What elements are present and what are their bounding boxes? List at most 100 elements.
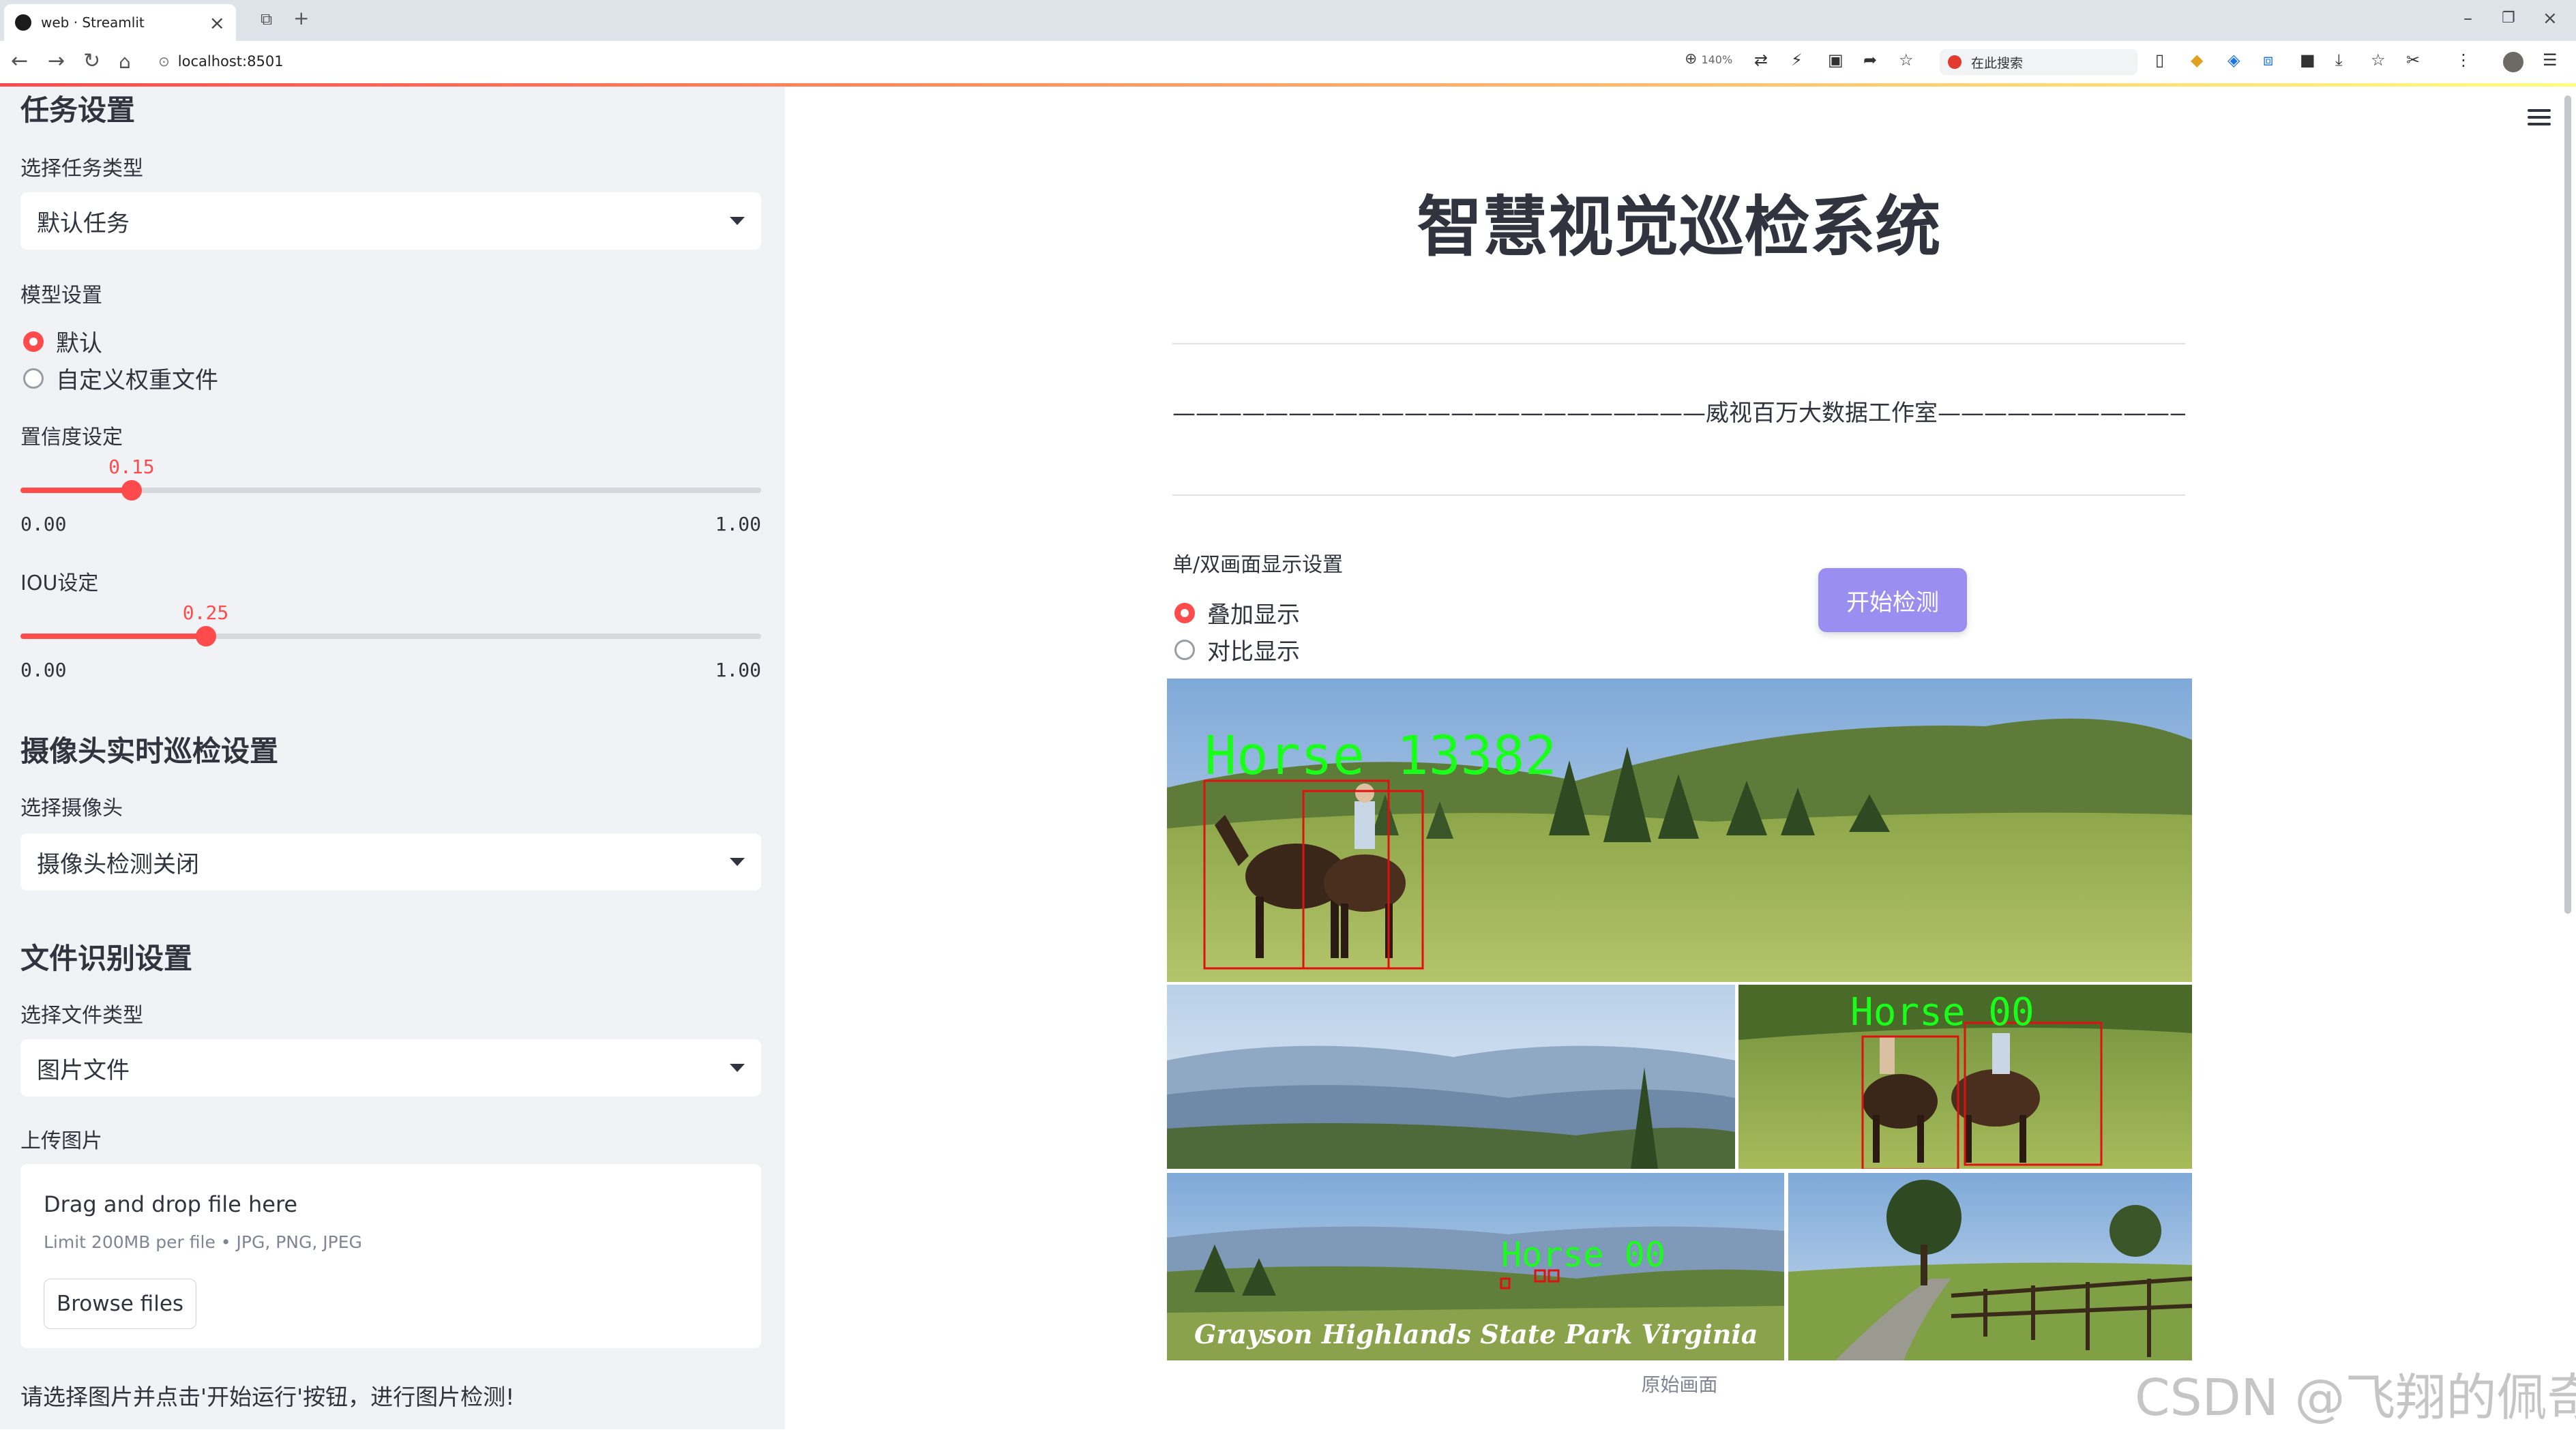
photo-hazy-mountains [1167, 985, 1735, 1169]
browser-menu-icon[interactable]: ☰ [2543, 50, 2558, 70]
profile-avatar[interactable] [2503, 52, 2523, 72]
chevron-down-icon [730, 217, 745, 225]
zoom-icon: ⊕ [1685, 50, 1698, 68]
zoom-level: 140% [1701, 53, 1733, 66]
download-icon[interactable]: ⤓ [2335, 50, 2343, 70]
detection-label: Horse 00 [1850, 990, 2034, 1034]
reload-icon[interactable]: ↻ [83, 49, 100, 73]
file-type-label: 选择文件类型 [20, 1004, 143, 1028]
radio-unchecked-icon [23, 368, 44, 389]
camera-select-label: 选择摄像头 [20, 796, 123, 820]
browser-tab-bar: web · Streamlit × ⧉ + – ❐ × [0, 0, 2576, 41]
iou-slider-fill [20, 634, 206, 639]
confidence-slider-thumb[interactable] [121, 480, 142, 501]
favorites-icon[interactable]: ☆ [2371, 50, 2386, 70]
browser-tab[interactable]: web · Streamlit × [4, 4, 236, 41]
iou-value: 0.25 [182, 601, 229, 624]
divider-top [1172, 343, 2185, 344]
confidence-range: 0.00 1.00 [20, 513, 761, 535]
divider-bottom [1172, 494, 2185, 496]
page-scrollbar[interactable] [2564, 95, 2571, 914]
share-icon[interactable]: ➦ [1863, 50, 1877, 70]
tab-title: web · Streamlit [41, 14, 145, 31]
task-type-label: 选择任务类型 [20, 157, 143, 181]
radio-checked-icon [23, 331, 44, 352]
studio-subtitle: ———————————————————————威视百万大数据工作室———————… [1172, 400, 2185, 427]
detection-label: Horse 00 [1501, 1235, 1665, 1275]
iou-range: 0.00 1.00 [20, 659, 761, 681]
extension-check-icon[interactable]: ■ [2300, 50, 2315, 70]
new-tab-icon[interactable]: + [293, 7, 309, 29]
browser-search-box[interactable]: 在此搜索 [1940, 49, 2137, 75]
confidence-slider[interactable] [20, 480, 761, 501]
upload-limit-text: Limit 200MB per file • JPG, PNG, JPEG [44, 1232, 362, 1252]
task-settings-heading: 任务设置 [20, 93, 136, 127]
model-option-label: 默认 [56, 330, 102, 357]
app-menu-icon[interactable] [2528, 109, 2551, 130]
display-radio-compare[interactable]: 对比显示 [1174, 633, 1300, 666]
extension-cube-icon[interactable]: ◈ [2227, 50, 2240, 70]
chevron-down-icon [730, 858, 745, 866]
translate-icon[interactable]: ⇄ [1754, 50, 1768, 70]
site-info-icon[interactable]: ⊙ [158, 53, 170, 70]
iou-slider[interactable] [20, 626, 761, 646]
streamlit-favicon-icon [15, 14, 31, 31]
url-text: localhost:8501 [177, 53, 284, 70]
csdn-watermark: CSDN @飞翔的佩奇 [2135, 1369, 2576, 1427]
file-uploader-dropzone[interactable]: Drag and drop file here Limit 200MB per … [20, 1164, 761, 1348]
scissors-icon[interactable]: ✂ [2406, 50, 2420, 70]
upload-hint: 请选择图片并点击'开始运行'按钮，进行图片检测! [20, 1384, 515, 1410]
image-caption: 原始画面 [1641, 1373, 1718, 1396]
window-close-icon[interactable]: × [2543, 8, 2558, 29]
browse-files-button[interactable]: Browse files [44, 1279, 196, 1329]
camera-select[interactable]: 摄像头检测关闭 [20, 833, 761, 891]
url-field[interactable]: ⊙ localhost:8501 [158, 48, 1659, 75]
detection-result-image: Horse 13382 Horse 00 Grayson Highlands S… [1167, 679, 2192, 1360]
camera-select-value: 摄像头检测关闭 [37, 850, 199, 878]
upload-label: 上传图片 [20, 1129, 102, 1153]
camera-settings-heading: 摄像头实时巡检设置 [20, 734, 279, 768]
radio-unchecked-icon [1174, 639, 1195, 660]
chevron-down-icon [730, 1064, 745, 1072]
confidence-slider-fill [20, 488, 132, 493]
display-option-label: 对比显示 [1207, 638, 1300, 666]
confidence-label: 置信度设定 [20, 426, 123, 449]
photo-top-meadow: Horse 13382 [1167, 679, 2192, 982]
model-radio-custom[interactable]: 自定义权重文件 [23, 361, 218, 395]
screenshot-icon[interactable]: ▣ [1828, 50, 1844, 70]
detection-image-canvas: Horse 13382 Horse 00 Grayson Highlands S… [1167, 679, 2192, 1360]
file-type-select[interactable]: 图片文件 [20, 1039, 761, 1097]
extension-ai-icon[interactable]: ◆ [2191, 50, 2203, 70]
tab-close-icon[interactable]: × [209, 12, 225, 34]
file-settings-heading: 文件识别设置 [20, 942, 193, 975]
iou-min: 0.00 [20, 659, 67, 681]
model-option-label: 自定义权重文件 [56, 367, 218, 394]
home-icon[interactable]: ⌂ [119, 50, 131, 73]
extension-translate-icon[interactable]: ⧈ [2263, 50, 2273, 70]
display-mode-label: 单/双画面显示设置 [1172, 553, 1344, 577]
confidence-value: 0.15 [108, 456, 155, 478]
task-type-select[interactable]: 默认任务 [20, 192, 761, 250]
back-icon[interactable]: ← [11, 49, 28, 73]
file-type-value: 图片文件 [37, 1056, 130, 1084]
park-name-text: Grayson Highlands State Park Virginia [1194, 1319, 1758, 1350]
search-engine-icon [1948, 55, 1961, 69]
lightning-icon[interactable]: ⚡ [1791, 50, 1803, 70]
restore-icon[interactable]: ❐ [2502, 10, 2515, 27]
minimize-icon[interactable]: – [2463, 8, 2472, 29]
phone-icon[interactable]: ▯ [2155, 50, 2164, 70]
photo-road-fence [1788, 1173, 2192, 1360]
display-radio-overlay[interactable]: 叠加显示 [1174, 596, 1300, 629]
iou-slider-thumb[interactable] [195, 626, 216, 646]
model-radio-default[interactable]: 默认 [23, 325, 102, 358]
bookmark-star-icon[interactable]: ☆ [1899, 50, 1914, 70]
upload-drag-text: Drag and drop file here [44, 1191, 298, 1217]
page-title: 智慧视觉巡检系统 [1417, 189, 1941, 265]
forward-icon[interactable]: → [48, 49, 65, 73]
tab-grid-icon[interactable]: ⧉ [261, 10, 272, 29]
address-bar: ← → ↻ ⌂ ⊙ localhost:8501 ⊕ 140% ⇄ ⚡ ▣ ➦ ☆… [0, 41, 2576, 84]
display-option-label: 叠加显示 [1207, 601, 1300, 629]
zoom-indicator[interactable]: ⊕ 140% [1685, 50, 1732, 68]
more-menu-icon[interactable]: ⋮ [2455, 50, 2472, 70]
start-detection-button[interactable]: 开始检测 [1818, 568, 1967, 632]
